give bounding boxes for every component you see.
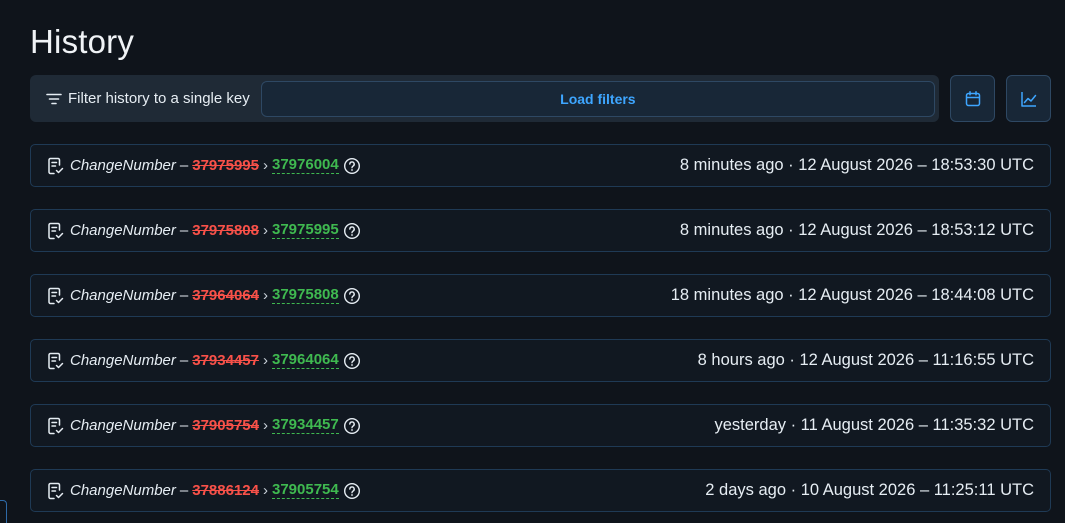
key-name: ChangeNumber (70, 157, 176, 174)
new-value[interactable]: 37976004 (272, 157, 339, 174)
new-value[interactable]: 37964064 (272, 352, 339, 369)
filter-label: Filter history to a single key (68, 90, 250, 107)
change-description: ChangeNumber – 37905754 › 37934457 (47, 417, 361, 435)
document-check-icon (48, 222, 64, 239)
document-check-icon (48, 287, 64, 304)
document-check-icon (48, 482, 64, 499)
arrow-separator: › (263, 482, 268, 499)
change-description: ChangeNumber – 37975995 › 37976004 (47, 157, 361, 175)
history-page: History Filter history to a single key L… (0, 0, 1065, 523)
arrow-separator: › (263, 352, 268, 369)
help-icon[interactable] (343, 222, 361, 240)
document-check-icon (48, 417, 64, 434)
help-icon[interactable] (343, 157, 361, 175)
change-timestamp: 18 minutes ago · 12 August 2026 – 18:44:… (670, 286, 1034, 304)
old-value: 37934457 (192, 352, 259, 369)
arrow-separator: › (263, 157, 268, 174)
help-icon[interactable] (343, 352, 361, 370)
dash-separator: – (179, 222, 189, 239)
help-icon[interactable] (343, 287, 361, 305)
old-value: 37886124 (192, 482, 259, 499)
history-row[interactable]: ChangeNumber – 37934457 › 37964064 8 hou… (30, 339, 1051, 382)
chart-button[interactable] (1006, 75, 1051, 122)
new-value[interactable]: 37975995 (272, 222, 339, 239)
key-name: ChangeNumber (70, 287, 176, 304)
new-value[interactable]: 37905754 (272, 482, 339, 499)
history-toolbar: Filter history to a single key Load filt… (30, 75, 1051, 122)
change-description: ChangeNumber – 37934457 › 37964064 (47, 352, 361, 370)
history-row[interactable]: ChangeNumber – 37886124 › 37905754 2 day… (30, 469, 1051, 512)
dash-separator: – (179, 482, 189, 499)
old-value: 37975808 (192, 222, 259, 239)
edge-marker (0, 500, 7, 523)
document-check-icon (48, 157, 64, 174)
help-icon[interactable] (343, 482, 361, 500)
change-timestamp: 8 hours ago · 12 August 2026 – 11:16:55 … (697, 351, 1034, 369)
change-description: ChangeNumber – 37964064 › 37975808 (47, 287, 361, 305)
filter-bar: Filter history to a single key Load filt… (30, 75, 939, 122)
help-icon[interactable] (343, 417, 361, 435)
old-value: 37964064 (192, 287, 259, 304)
old-value: 37905754 (192, 417, 259, 434)
new-value[interactable]: 37975808 (272, 287, 339, 304)
change-description: ChangeNumber – 37975808 › 37975995 (47, 222, 361, 240)
arrow-separator: › (263, 287, 268, 304)
key-name: ChangeNumber (70, 222, 176, 239)
calendar-button[interactable] (950, 75, 995, 122)
arrow-separator: › (263, 222, 268, 239)
dash-separator: – (179, 352, 189, 369)
history-row[interactable]: ChangeNumber – 37905754 › 37934457 yeste… (30, 404, 1051, 447)
old-value: 37975995 (192, 157, 259, 174)
dash-separator: – (179, 157, 189, 174)
history-row[interactable]: ChangeNumber – 37964064 › 37975808 18 mi… (30, 274, 1051, 317)
change-timestamp: 8 minutes ago · 12 August 2026 – 18:53:3… (679, 156, 1034, 174)
calendar-icon (965, 90, 980, 106)
load-filters-button[interactable]: Load filters (260, 80, 935, 117)
line-chart-icon (1020, 91, 1036, 107)
dash-separator: – (179, 417, 189, 434)
new-value[interactable]: 37934457 (272, 417, 339, 434)
history-list: ChangeNumber – 37975995 › 37976004 8 min… (30, 144, 1051, 523)
filter-toggle[interactable]: Filter history to a single key (46, 90, 250, 107)
document-check-icon (48, 352, 64, 369)
history-row[interactable]: ChangeNumber – 37975995 › 37976004 8 min… (30, 144, 1051, 187)
key-name: ChangeNumber (70, 482, 176, 499)
dash-separator: – (179, 287, 189, 304)
key-name: ChangeNumber (70, 352, 176, 369)
page-title: History (30, 23, 135, 60)
change-timestamp: yesterday · 11 August 2026 – 11:35:32 UT… (714, 416, 1034, 434)
filter-icon (46, 93, 62, 104)
change-timestamp: 8 minutes ago · 12 August 2026 – 18:53:1… (679, 221, 1034, 239)
change-timestamp: 2 days ago · 10 August 2026 – 11:25:11 U… (705, 481, 1034, 499)
arrow-separator: › (263, 417, 268, 434)
change-description: ChangeNumber – 37886124 › 37905754 (47, 482, 361, 500)
history-row[interactable]: ChangeNumber – 37975808 › 37975995 8 min… (30, 209, 1051, 252)
key-name: ChangeNumber (70, 417, 176, 434)
